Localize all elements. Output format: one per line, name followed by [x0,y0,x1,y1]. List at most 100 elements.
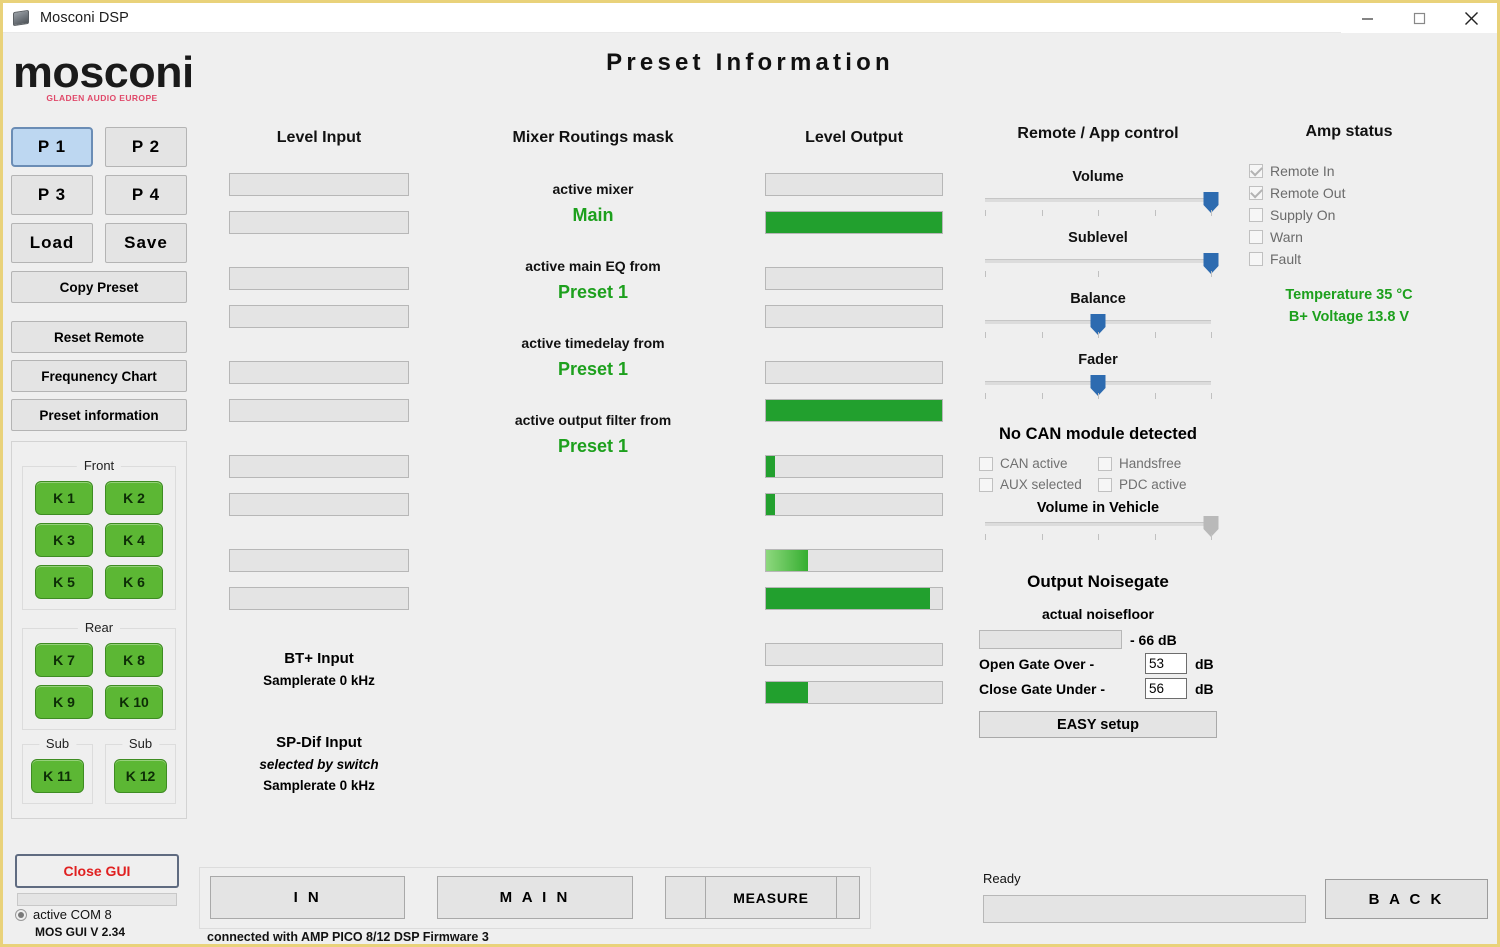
level-input-column: Level Input BT+ Input Samplerate 0 kHz S… [229,129,409,793]
volume-in-vehicle-slider[interactable] [979,516,1219,546]
bt-input-block: BT+ Input Samplerate 0 kHz [229,650,409,688]
level-input-bar-3 [229,267,409,290]
noisefloor-row: - 66 dB [979,630,1217,649]
bt-input-title: BT+ Input [284,650,354,667]
fader-slider-ticks [985,393,1212,400]
close-gate-label: Close Gate Under - [979,680,1106,697]
checkbox-can-active-label: CAN active [1000,456,1068,471]
preset-button-grid: P 1 P 2 P 3 P 4 Load Save [11,127,187,263]
checkbox-aux-selected-box[interactable] [979,477,993,492]
checkbox-can-active[interactable]: CAN active [979,456,1098,471]
volume-slider-ticks [985,210,1212,217]
checkbox-handsfree[interactable]: Handsfree [1098,456,1217,471]
nav-in-button[interactable]: I N [210,876,406,919]
maximize-icon[interactable] [1393,3,1445,33]
preset-button-p4[interactable]: P 4 [105,175,187,215]
amp-status-warn[interactable]: Warn [1249,229,1449,245]
preset-button-p3[interactable]: P 3 [11,175,93,215]
frequency-chart-button[interactable]: Frequnency Chart [11,360,187,392]
checkbox-pdc-active[interactable]: PDC active [1098,477,1217,492]
spdif-input-samplerate: Samplerate 0 kHz [263,778,375,793]
checkbox-can-active-box[interactable] [979,456,993,471]
copy-preset-button[interactable]: Copy Preset [11,271,187,303]
com-active-radio-icon [15,908,27,921]
balance-slider[interactable] [979,314,1217,344]
channel-group-rear: Rear K 7 K 8 K 9 K 10 [22,620,176,730]
can-status-title: No CAN module detected [998,425,1198,443]
load-button[interactable]: Load [11,223,93,263]
preset-button-p2[interactable]: P 2 [105,127,187,167]
channel-group-front-buttons: K 1 K 2 K 3 K 4 K 5 K 6 [35,481,163,599]
channel-button-k1[interactable]: K 1 [35,481,93,515]
amp-status-remote-in[interactable]: Remote In [1249,163,1449,179]
level-output-bar-3 [765,267,943,290]
amp-status-supply-on-box[interactable] [1249,208,1263,222]
sub-channel-groups: Sub K 11 Sub K 12 [22,736,176,804]
sublevel-slider[interactable] [979,253,1219,283]
amp-status-remote-in-box[interactable] [1249,164,1263,178]
reset-remote-button[interactable]: Reset Remote [11,321,187,353]
checkbox-handsfree-box[interactable] [1098,456,1112,471]
checkbox-handsfree-label: Handsfree [1119,456,1182,471]
channel-button-k8[interactable]: K 8 [105,643,163,677]
channel-group-sub-right-label: Sub [121,736,160,751]
window-controls [1341,3,1497,33]
mixer-row-timedelay: active timedelay from Preset 1 [473,335,713,380]
channel-button-k9[interactable]: K 9 [35,685,93,719]
preset-button-p1[interactable]: P 1 [11,127,93,167]
gui-version-label: MOS GUI V 2.34 [35,925,126,939]
volume-in-vehicle-label: Volume in Vehicle [1036,500,1160,516]
save-button[interactable]: Save [105,223,187,263]
level-input-bar-10 [229,587,409,610]
easy-setup-button[interactable]: EASY setup [979,711,1217,738]
sublevel-slider-label: Sublevel [1068,230,1128,246]
level-output-heading: Level Output [805,129,903,146]
channel-group-sub-left: Sub K 11 [22,736,93,804]
can-checkbox-row-2: AUX selected PDC active [979,477,1217,492]
active-timedelay-value: Preset 1 [557,359,629,379]
volume-slider[interactable] [979,192,1219,222]
close-icon[interactable] [1445,3,1497,33]
nav-main-button[interactable]: M A I N [437,876,633,919]
amp-status-warn-box[interactable] [1249,230,1263,244]
channel-button-k4[interactable]: K 4 [105,523,163,557]
checkbox-aux-selected-label: AUX selected [1000,477,1082,492]
channel-button-k7[interactable]: K 7 [35,643,93,677]
level-output-bar-7 [765,455,943,478]
channel-group-rear-label: Rear [77,620,121,635]
app-window: Mosconi DSP mosconi GLADEN AUDIO EUROPE … [0,0,1500,947]
fader-slider[interactable] [979,375,1217,405]
amp-status-supply-on[interactable]: Supply On [1249,207,1449,223]
close-gui-button[interactable]: Close GUI [15,854,179,888]
channel-button-k3[interactable]: K 3 [35,523,93,557]
amp-status-fault-box[interactable] [1249,252,1263,266]
amp-status-remote-out[interactable]: Remote Out [1249,185,1449,201]
channel-button-k2[interactable]: K 2 [105,481,163,515]
volume-in-vehicle-track [985,522,1211,526]
preset-information-button[interactable]: Preset information [11,399,187,431]
checkbox-pdc-active-box[interactable] [1098,477,1112,492]
amp-status-remote-out-box[interactable] [1249,186,1263,200]
can-checkbox-row-1: CAN active Handsfree [979,456,1217,471]
level-input-bar-9 [229,549,409,572]
page-title: Preset Information [606,49,894,76]
mixer-heading: Mixer Routings mask [512,129,674,146]
amp-status-remote-in-label: Remote In [1270,163,1335,179]
open-gate-unit: dB [1195,655,1214,672]
checkbox-aux-selected[interactable]: AUX selected [979,477,1098,492]
ready-status-field [983,895,1306,923]
measure-button[interactable]: MEASURE [705,876,837,919]
channel-button-k11[interactable]: K 11 [31,759,84,793]
amp-status-fault[interactable]: Fault [1249,251,1449,267]
level-output-bar-12 [765,681,943,704]
channel-button-k12[interactable]: K 12 [114,759,167,793]
amp-status-remote-out-label: Remote Out [1270,185,1346,201]
minimize-icon[interactable] [1341,3,1393,33]
channel-button-k6[interactable]: K 6 [105,565,163,599]
channel-group-front: Front K 1 K 2 K 3 K 4 K 5 K 6 [22,458,176,610]
channel-button-k5[interactable]: K 5 [35,565,93,599]
close-gate-input[interactable] [1145,678,1187,699]
open-gate-input[interactable] [1145,653,1187,674]
back-button[interactable]: B A C K [1325,879,1488,919]
channel-button-k10[interactable]: K 10 [105,685,163,719]
